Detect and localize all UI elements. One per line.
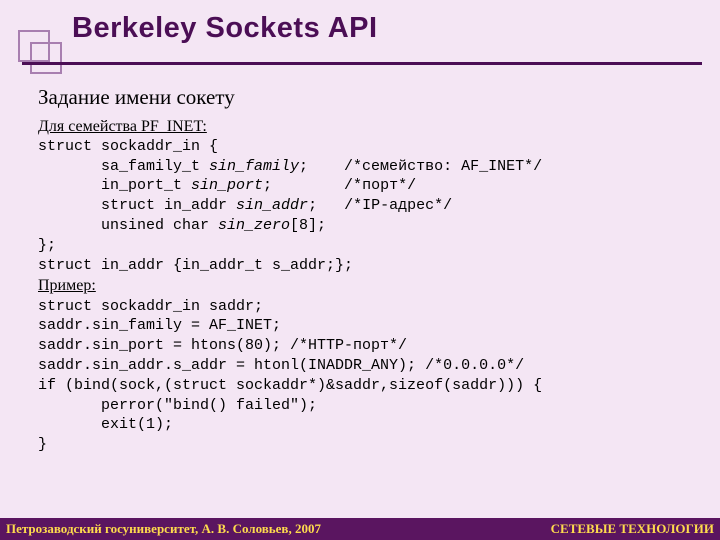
- code-line: sa_family_t: [38, 158, 209, 175]
- footer-right: СЕТЕВЫЕ ТЕХНОЛОГИИ: [551, 521, 714, 537]
- decorative-squares-icon: [18, 30, 62, 74]
- code-comment: ; /*порт*/: [263, 177, 416, 194]
- code-line: unsined char: [38, 217, 218, 234]
- code-field: sin_zero: [218, 217, 290, 234]
- code-line: }: [38, 436, 47, 453]
- footer-left: Петрозаводский госуниверситет, А. В. Сол…: [6, 521, 321, 537]
- code-field: sin_family: [209, 158, 299, 175]
- code-line: };: [38, 237, 56, 254]
- example-code: struct sockaddr_in saddr; saddr.sin_fami…: [38, 297, 698, 455]
- code-field: sin_addr: [236, 197, 308, 214]
- code-comment: ; /*семейство: AF_INET*/: [299, 158, 542, 175]
- code-line: perror("bind() failed");: [38, 397, 317, 414]
- code-line: struct sockaddr_in saddr;: [38, 298, 263, 315]
- slide: Berkeley Sockets API Задание имени сокет…: [0, 0, 720, 540]
- code-line: in_port_t: [38, 177, 191, 194]
- code-line: struct in_addr {in_addr_t s_addr;};: [38, 257, 353, 274]
- code-line: saddr.sin_addr.s_addr = htonl(INADDR_ANY…: [38, 357, 524, 374]
- code-line: saddr.sin_port = htons(80); /*HTTP-порт*…: [38, 337, 407, 354]
- code-line: exit(1);: [38, 416, 173, 433]
- footer-bar: Петрозаводский госуниверситет, А. В. Сол…: [0, 518, 720, 540]
- example-label: Пример:: [38, 277, 96, 294]
- slide-title: Berkeley Sockets API: [72, 12, 720, 45]
- subtitle: Задание имени сокету: [38, 84, 698, 112]
- code-comment: ; /*IP-адрес*/: [308, 197, 452, 214]
- code-line: struct sockaddr_in {: [38, 138, 218, 155]
- code-field: sin_port: [191, 177, 263, 194]
- struct-definition: struct sockaddr_in { sa_family_t sin_fam…: [38, 137, 698, 276]
- family-label: Для семейства PF_INET:: [38, 118, 207, 135]
- title-area: Berkeley Sockets API: [0, 0, 720, 45]
- code-line: saddr.sin_family = AF_INET;: [38, 317, 281, 334]
- code-line: struct in_addr: [38, 197, 236, 214]
- code-line: if (bind(sock,(struct sockaddr*)&saddr,s…: [38, 377, 542, 394]
- title-underline: [22, 62, 702, 65]
- content-area: Задание имени сокету Для семейства PF_IN…: [38, 84, 698, 455]
- code-line: [8];: [290, 217, 326, 234]
